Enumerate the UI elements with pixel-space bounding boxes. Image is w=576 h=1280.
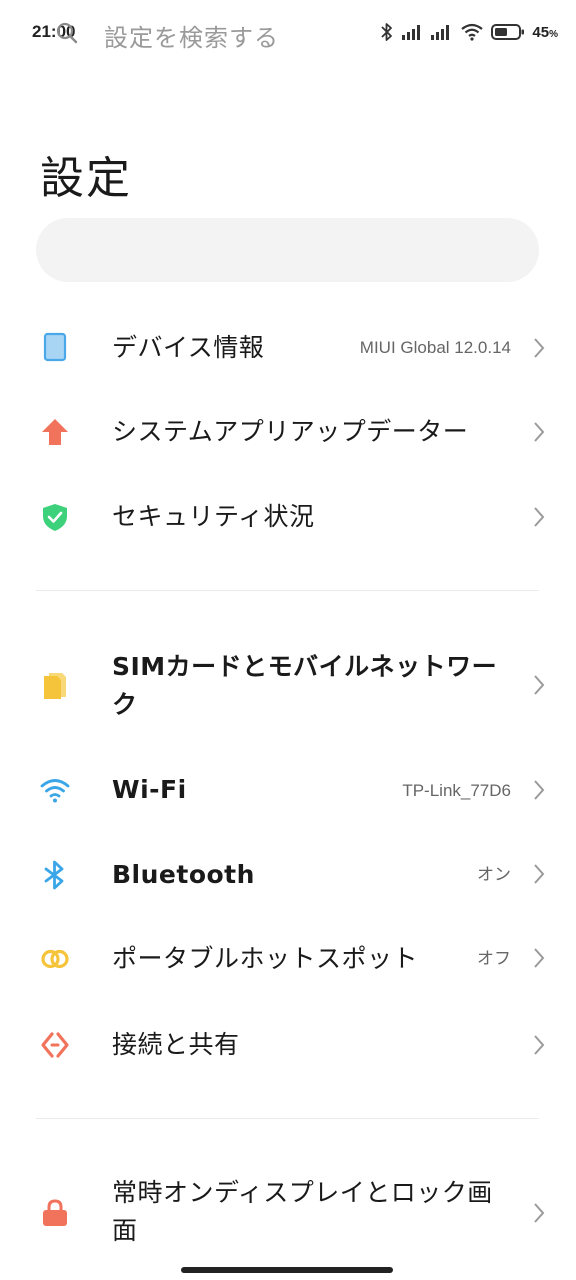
battery-percent: 45% (532, 23, 558, 41)
settings-item-system-app-updater[interactable]: システムアプリアップデーター (0, 390, 576, 474)
section-divider (36, 590, 539, 591)
search-placeholder: 設定を検索する (104, 24, 279, 52)
lock-icon (43, 1199, 67, 1226)
sim-card-icon (44, 673, 66, 699)
device-icon (43, 332, 67, 362)
settings-item-bluetooth[interactable]: Bluetooth オン (0, 834, 576, 918)
settings-item-label: セキュリティ状況 (112, 502, 315, 531)
settings-item-label: Wi-Fi (112, 775, 187, 804)
chevron-right-icon (534, 1203, 545, 1223)
settings-item-value: TP-Link_77D6 (402, 781, 511, 800)
signal-icon (402, 25, 421, 40)
wifi-icon (40, 779, 70, 803)
hotspot-icon (41, 949, 69, 969)
wifi-icon (461, 23, 484, 41)
settings-item-sim-mobile-network[interactable]: SIMカードとモバイルネットワーク (0, 640, 576, 750)
chevron-right-icon (534, 948, 545, 968)
section-divider (36, 1118, 539, 1119)
chevron-right-icon (534, 675, 545, 695)
search-input[interactable] (36, 218, 539, 282)
status-bar: 21:00 45% (0, 0, 576, 64)
chevron-right-icon (534, 1035, 545, 1055)
shield-icon (43, 504, 67, 531)
search-icon (56, 22, 78, 44)
settings-item-security-status[interactable]: セキュリティ状況 (0, 474, 576, 560)
settings-item-label: ポータブルホットスポット (112, 944, 419, 973)
chevron-right-icon (534, 864, 545, 884)
settings-item-value: MIUI Global 12.0.14 (359, 338, 511, 357)
bluetooth-icon (44, 860, 64, 890)
settings-item-value: オフ (477, 949, 511, 968)
page-title: 設定 (40, 153, 132, 204)
settings-item-connection-sharing[interactable]: 接続と共有 (0, 1002, 576, 1088)
settings-item-label: Bluetooth (112, 860, 255, 889)
chevron-right-icon (534, 780, 545, 800)
home-indicator[interactable] (181, 1267, 393, 1273)
settings-item-always-on-display-lock-screen[interactable]: 常時オンディスプレイとロック画面 (0, 1168, 576, 1264)
settings-item-portable-hotspot[interactable]: ポータブルホットスポット オフ (0, 918, 576, 1002)
settings-item-label: 常時オンディスプレイとロック画面 (112, 1178, 493, 1245)
settings-item-label: システムアプリアップデーター (112, 417, 469, 446)
settings-item-label: 接続と共有 (112, 1030, 240, 1059)
chevron-right-icon (534, 338, 545, 358)
chevron-right-icon (534, 507, 545, 527)
settings-item-value: オン (477, 865, 511, 884)
connection-share-icon (41, 1032, 69, 1058)
settings-item-device-info[interactable]: デバイス情報 MIUI Global 12.0.14 (0, 306, 576, 390)
signal-icon (431, 25, 450, 40)
settings-item-wifi[interactable]: Wi-Fi TP-Link_77D6 (0, 750, 576, 834)
settings-item-label: デバイス情報 (112, 333, 265, 362)
status-icons: 45% (379, 20, 558, 44)
update-arrow-icon (42, 419, 68, 445)
bluetooth-icon (381, 23, 393, 41)
settings-item-label: SIMカードとモバイルネットワーク (112, 652, 498, 719)
battery-icon (491, 24, 525, 40)
chevron-right-icon (534, 422, 545, 442)
